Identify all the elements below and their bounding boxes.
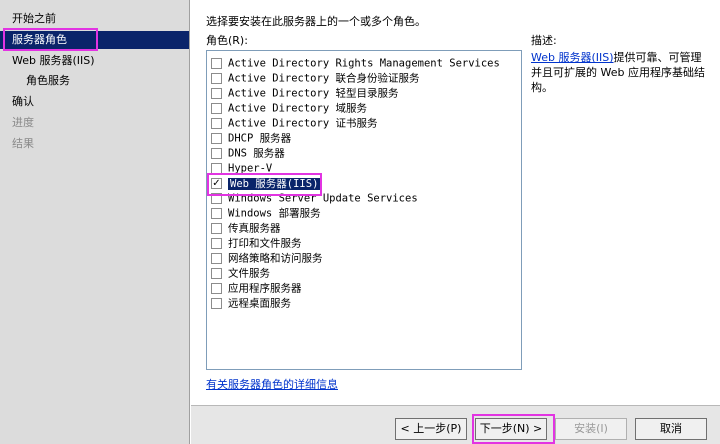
- role-row[interactable]: Active Directory 域服务: [211, 101, 367, 116]
- checkbox[interactable]: [211, 252, 222, 264]
- role-row[interactable]: Active Directory Rights Management Servi…: [211, 56, 500, 71]
- role-row[interactable]: Active Directory 证书服务: [211, 116, 377, 131]
- description-label: 描述:: [531, 34, 557, 47]
- description-text: Web 服务器(IIS)提供可靠、可管理并且可扩展的 Web 应用程序基础结构。: [531, 50, 711, 95]
- role-row[interactable]: 应用程序服务器: [211, 281, 302, 296]
- checkbox[interactable]: [211, 147, 222, 159]
- role-row[interactable]: Active Directory 轻型目录服务: [211, 86, 398, 101]
- checkbox[interactable]: [211, 207, 222, 219]
- checkbox[interactable]: [211, 162, 222, 174]
- checkbox[interactable]: [211, 57, 222, 69]
- highlight-annotation-role: [207, 173, 322, 196]
- checkbox[interactable]: [211, 102, 222, 114]
- checkbox[interactable]: [211, 132, 222, 144]
- role-row[interactable]: 远程桌面服务: [211, 296, 291, 311]
- role-row[interactable]: 传真服务器: [211, 221, 281, 236]
- checkbox[interactable]: [211, 87, 222, 99]
- previous-button[interactable]: < 上一步(P): [395, 418, 467, 440]
- wizard-nav: 开始之前 服务器角色 Web 服务器(IIS) 角色服务 确认 进度 结果: [0, 0, 190, 444]
- checkbox[interactable]: [211, 297, 222, 309]
- checkbox[interactable]: [211, 72, 222, 84]
- nav-item-before-you-begin[interactable]: 开始之前: [12, 10, 56, 28]
- install-button: 安装(I): [555, 418, 627, 440]
- role-row[interactable]: 网络策略和访问服务: [211, 251, 323, 266]
- roles-list[interactable]: Active Directory Rights Management Servi…: [206, 50, 522, 370]
- role-row[interactable]: DNS 服务器: [211, 146, 285, 161]
- checkbox[interactable]: [211, 282, 222, 294]
- description-link[interactable]: Web 服务器(IIS): [531, 51, 614, 64]
- role-row[interactable]: 打印和文件服务: [211, 236, 302, 251]
- checkbox[interactable]: [211, 222, 222, 234]
- more-info-link[interactable]: 有关服务器角色的详细信息: [206, 376, 338, 392]
- role-row[interactable]: 文件服务: [211, 266, 270, 281]
- checkbox[interactable]: [211, 237, 222, 249]
- checkbox[interactable]: [211, 117, 222, 129]
- role-row[interactable]: Windows 部署服务: [211, 206, 321, 221]
- highlight-annotation-next: [472, 414, 555, 444]
- nav-item-web-server-iis[interactable]: Web 服务器(IIS): [12, 52, 95, 70]
- nav-item-confirmation[interactable]: 确认: [12, 93, 34, 111]
- nav-item-results: 结果: [12, 137, 34, 150]
- highlight-annotation-nav: [3, 28, 98, 51]
- roles-label: 角色(R):: [206, 34, 248, 47]
- cancel-button[interactable]: 取消: [635, 418, 707, 440]
- nav-item-progress: 进度: [12, 116, 34, 129]
- instruction-text: 选择要安装在此服务器上的一个或多个角色。: [206, 15, 426, 28]
- checkbox[interactable]: [211, 267, 222, 279]
- role-row[interactable]: DHCP 服务器: [211, 131, 291, 146]
- role-row[interactable]: Active Directory 联合身份验证服务: [211, 71, 419, 86]
- nav-item-role-services[interactable]: 角色服务: [26, 72, 70, 90]
